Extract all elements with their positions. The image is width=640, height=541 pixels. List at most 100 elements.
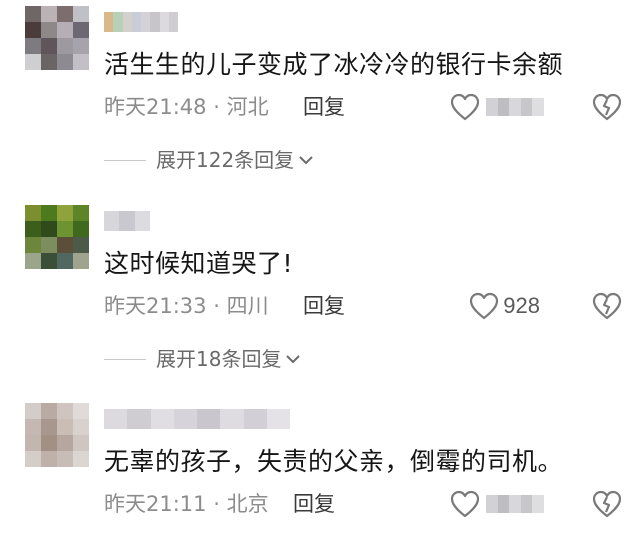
avatar[interactable] (25, 403, 89, 467)
avatar-pixel (57, 403, 73, 419)
avatar-pixel (25, 435, 41, 451)
avatar-pixel (73, 403, 89, 419)
divider-line (104, 159, 146, 161)
username-pixel (104, 409, 128, 429)
reply-button[interactable]: 回复 (303, 94, 345, 120)
comment-location: 四川 (226, 294, 269, 318)
like-count-pixel (486, 495, 498, 513)
username-pixel (141, 12, 151, 32)
username-blurred[interactable] (104, 409, 290, 429)
avatar-pixel (41, 6, 57, 22)
avatar-pixel (73, 451, 89, 467)
avatar-pixel (57, 451, 73, 467)
comment-location: 河北 (226, 95, 269, 119)
expand-replies[interactable]: 展开18条回复 (104, 346, 301, 372)
comment-time: 昨天21:11 (104, 492, 207, 516)
avatar-pixel (57, 253, 73, 269)
username-pixel (159, 12, 169, 32)
username-pixel (122, 12, 132, 32)
divider-line (104, 358, 146, 360)
comment-time: 昨天21:33 (104, 294, 207, 318)
comment-text: 活生生的儿子变成了冰冷冷的银行卡余额 (104, 50, 564, 79)
comment-meta: 昨天21:48 · 河北 (104, 94, 269, 120)
broken-heart-icon[interactable] (592, 291, 622, 321)
username-pixel (173, 409, 197, 429)
username-blurred[interactable] (104, 12, 178, 32)
avatar-pixel (25, 38, 41, 54)
avatar-pixel (57, 237, 73, 253)
avatar[interactable] (25, 6, 89, 70)
like-button[interactable] (450, 92, 544, 122)
expand-replies[interactable]: 展开122条回复 (104, 147, 313, 173)
username-pixel (104, 211, 120, 231)
avatar[interactable] (25, 205, 89, 269)
avatar-pixel (73, 419, 89, 435)
avatar-pixel (73, 54, 89, 70)
avatar-pixel (25, 253, 41, 269)
username-pixel (127, 409, 151, 429)
avatar-pixel (57, 435, 73, 451)
username-pixel (150, 12, 160, 32)
username-pixel (168, 12, 178, 32)
username-pixel (113, 12, 123, 32)
chevron-down-icon (299, 156, 313, 165)
like-count-pixel (497, 98, 510, 116)
avatar-pixel (25, 451, 41, 467)
avatar-pixel (41, 54, 57, 70)
avatar-pixel (57, 6, 73, 22)
avatar-pixel (73, 38, 89, 54)
broken-heart-icon[interactable] (592, 489, 622, 519)
chevron-down-icon (286, 355, 301, 364)
avatar-pixel (25, 22, 41, 38)
reply-button[interactable]: 回复 (303, 293, 345, 319)
avatar-pixel (73, 205, 89, 221)
avatar-pixel (73, 435, 89, 451)
like-button[interactable] (450, 489, 544, 519)
like-count-blurred (486, 98, 544, 116)
username-pixel (104, 12, 114, 32)
username-pixel (197, 409, 221, 429)
username-pixel (131, 12, 141, 32)
avatar-pixel (57, 419, 73, 435)
meta-separator: · (213, 492, 220, 516)
avatar-pixel (57, 205, 73, 221)
avatar-pixel (73, 22, 89, 38)
like-count-pixel (497, 495, 510, 513)
meta-separator: · (213, 294, 220, 318)
username-pixel (150, 409, 174, 429)
expand-label: 展开122条回复 (156, 148, 295, 172)
avatar-pixel (73, 221, 89, 237)
username-pixel (134, 211, 150, 231)
meta-separator: · (213, 95, 220, 119)
avatar-pixel (41, 403, 57, 419)
avatar-pixel (25, 205, 41, 221)
avatar-pixel (41, 38, 57, 54)
heart-outline-icon (470, 292, 499, 320)
avatar-pixel (73, 253, 89, 269)
avatar-pixel (41, 237, 57, 253)
reply-button[interactable]: 回复 (293, 491, 335, 517)
like-count-pixel (532, 495, 544, 513)
avatar-pixel (41, 205, 57, 221)
avatar-pixel (41, 22, 57, 38)
username-pixel (266, 409, 290, 429)
like-count-pixel (509, 98, 521, 116)
comment-location: 北京 (226, 492, 269, 516)
avatar-pixel (25, 403, 41, 419)
heart-outline-icon (450, 93, 480, 121)
avatar-pixel (73, 237, 89, 253)
broken-heart-icon[interactable] (592, 92, 622, 122)
avatar-pixel (25, 54, 41, 70)
avatar-pixel (57, 221, 73, 237)
avatar-pixel (25, 221, 41, 237)
avatar-pixel (41, 221, 57, 237)
avatar-pixel (25, 6, 41, 22)
avatar-pixel (41, 419, 57, 435)
like-count-pixel (532, 98, 544, 116)
username-blurred[interactable] (104, 211, 150, 231)
comment-text: 无辜的孩子，失责的父亲，倒霉的司机。 (104, 447, 564, 476)
like-button[interactable]: 928 (469, 291, 540, 321)
avatar-pixel (41, 435, 57, 451)
like-count-pixel (509, 495, 521, 513)
like-count-blurred (486, 495, 544, 513)
